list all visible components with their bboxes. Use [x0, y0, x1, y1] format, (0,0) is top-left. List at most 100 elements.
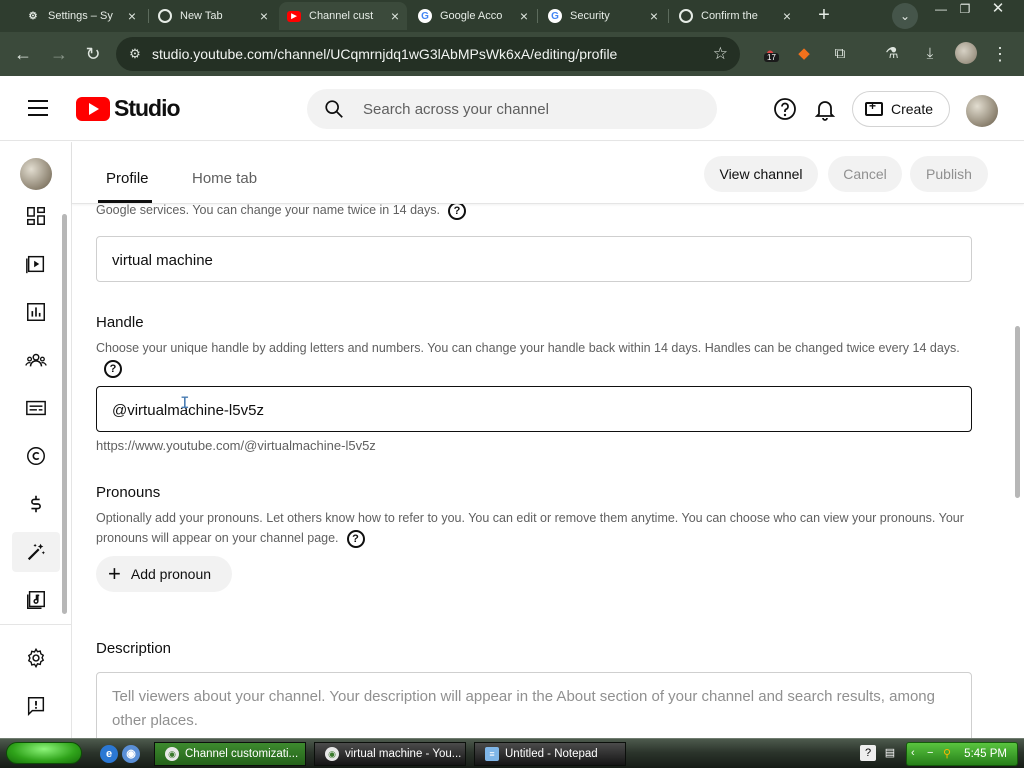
chrome-menu-icon[interactable]: ⋮: [988, 42, 1012, 66]
chrome-icon: ◉: [325, 747, 339, 761]
customization-tabs-bar: Profile Home tab View channel Cancel Pub…: [72, 142, 1024, 204]
left-nav-scrollbar[interactable]: [62, 214, 67, 614]
create-button[interactable]: Create: [852, 91, 950, 127]
description-input[interactable]: [112, 685, 952, 738]
browser-tab-confirm[interactable]: Confirm the ×: [671, 2, 799, 30]
menu-icon[interactable]: [28, 100, 48, 116]
text-cursor-icon: I: [180, 393, 190, 412]
close-icon[interactable]: ×: [520, 8, 528, 24]
page-scrollbar[interactable]: [1015, 326, 1020, 498]
nav-earn[interactable]: [12, 484, 60, 524]
reload-button[interactable]: ↻: [82, 43, 104, 65]
restore-button[interactable]: ❐: [952, 2, 978, 18]
channel-search: [307, 89, 717, 129]
close-icon[interactable]: ×: [260, 8, 268, 24]
browser-tab-strip: ⚙ Settings – Sy × New Tab × ▶ Channel cu…: [0, 0, 1024, 32]
search-tray-icon[interactable]: ⚲: [943, 747, 951, 760]
handle-input[interactable]: [112, 400, 952, 420]
tab-profile[interactable]: Profile: [106, 170, 149, 187]
back-button[interactable]: ←: [12, 43, 34, 65]
chrome-icon: ◉: [165, 747, 179, 761]
nav-audio-library[interactable]: [12, 580, 60, 620]
site-info-icon[interactable]: ⚙: [126, 45, 144, 63]
nav-dashboard[interactable]: [12, 196, 60, 236]
nav-copyright[interactable]: [12, 436, 60, 476]
taskbar-task-notepad[interactable]: ≡ Untitled - Notepad: [474, 742, 626, 766]
chrome-icon: [158, 9, 172, 23]
bell-icon[interactable]: [813, 97, 837, 121]
help-icon[interactable]: [773, 97, 797, 121]
browser-tab-channel-customization[interactable]: ▶ Channel cust ×: [279, 2, 407, 30]
analytics-icon: [27, 303, 45, 321]
extension-badge: 17: [764, 53, 779, 62]
search-icon[interactable]: [323, 98, 345, 120]
chrome-quicklaunch-icon[interactable]: ◉: [122, 745, 140, 763]
browser-tab-label: Confirm the: [701, 10, 758, 22]
studio-logo[interactable]: Studio: [76, 95, 181, 122]
nav-send-feedback[interactable]: [12, 686, 60, 726]
help-circle-icon[interactable]: ?: [346, 529, 365, 548]
tab-home[interactable]: Home tab: [192, 170, 257, 187]
plus-icon: +: [108, 561, 121, 586]
publish-button[interactable]: Publish: [910, 156, 988, 192]
handle-url: https://www.youtube.com/@virtualmachine-…: [96, 438, 376, 453]
help-circle-icon[interactable]: ?: [447, 204, 466, 220]
pronouns-title: Pronouns: [96, 484, 161, 501]
cancel-button[interactable]: Cancel: [828, 156, 902, 192]
help-circle-icon[interactable]: ?: [104, 359, 122, 378]
close-icon[interactable]: ×: [783, 8, 791, 24]
task-label: virtual machine - You...: [345, 748, 462, 760]
address-bar[interactable]: ⚙ studio.youtube.com/channel/UCqmrnjdq1w…: [116, 37, 740, 71]
tab-search-button[interactable]: ⌄: [892, 3, 918, 29]
task-label: Channel customizati...: [185, 748, 299, 760]
internet-explorer-icon[interactable]: e: [100, 745, 118, 763]
browser-profile-avatar[interactable]: [955, 42, 977, 64]
add-pronoun-button[interactable]: + Add pronoun: [96, 556, 232, 592]
studio-header: Studio Create: [0, 77, 1024, 141]
nav-analytics[interactable]: [12, 292, 60, 332]
nav-community[interactable]: [12, 340, 60, 380]
start-button[interactable]: [6, 742, 82, 764]
name-input[interactable]: [112, 250, 952, 270]
view-channel-button[interactable]: View channel: [704, 156, 818, 192]
close-icon[interactable]: ×: [391, 8, 399, 24]
browser-tab-google-account[interactable]: G Google Acco ×: [410, 2, 536, 30]
new-tab-button[interactable]: +: [812, 4, 836, 28]
minimize-button[interactable]: —: [928, 2, 954, 18]
network-icon[interactable]: ▤: [882, 745, 898, 761]
volume-icon[interactable]: −: [927, 747, 933, 759]
browser-tab-settings[interactable]: ⚙ Settings – Sy ×: [18, 2, 144, 30]
nav-content[interactable]: [12, 244, 60, 284]
tray-arrow-icon[interactable]: ‹: [911, 747, 915, 759]
forward-button[interactable]: →: [48, 43, 70, 65]
dollar-icon: [31, 495, 41, 513]
close-icon[interactable]: ×: [650, 8, 658, 24]
extensions-puzzle-icon[interactable]: ⧉: [828, 42, 852, 66]
clock[interactable]: 5:45 PM: [964, 748, 1007, 760]
help-tray-icon[interactable]: ?: [860, 745, 876, 761]
chrome-icon: [679, 9, 693, 23]
name-field: [96, 236, 972, 282]
browser-tab-label: Settings – Sy: [48, 10, 113, 22]
extension-brave-icon[interactable]: ◆: [792, 42, 816, 66]
taskbar-task-youtube[interactable]: ◉ virtual machine - You...: [314, 742, 466, 766]
browser-tab-label: Security: [570, 10, 610, 22]
magic-wand-icon: [27, 543, 45, 561]
studio-logo-text: Studio: [114, 95, 181, 121]
taskbar-task-channel[interactable]: ◉ Channel customizati...: [154, 742, 306, 766]
browser-tab-security[interactable]: G Security ×: [540, 2, 666, 30]
browser-tab-new-tab[interactable]: New Tab ×: [150, 2, 276, 30]
google-icon: G: [548, 9, 562, 23]
nav-subtitles[interactable]: [12, 388, 60, 428]
nav-customization[interactable]: [12, 532, 60, 572]
download-icon[interactable]: ⤓: [918, 42, 942, 66]
window-close-button[interactable]: ✕: [985, 1, 1011, 18]
labs-flask-icon[interactable]: ⚗: [880, 42, 904, 66]
channel-avatar[interactable]: [20, 158, 52, 190]
bookmark-star-icon[interactable]: ☆: [713, 44, 728, 64]
search-input[interactable]: [363, 99, 693, 119]
nav-settings[interactable]: [12, 638, 60, 678]
account-avatar[interactable]: [966, 95, 998, 127]
close-icon[interactable]: ×: [128, 8, 136, 24]
subtitles-icon: [26, 400, 46, 416]
